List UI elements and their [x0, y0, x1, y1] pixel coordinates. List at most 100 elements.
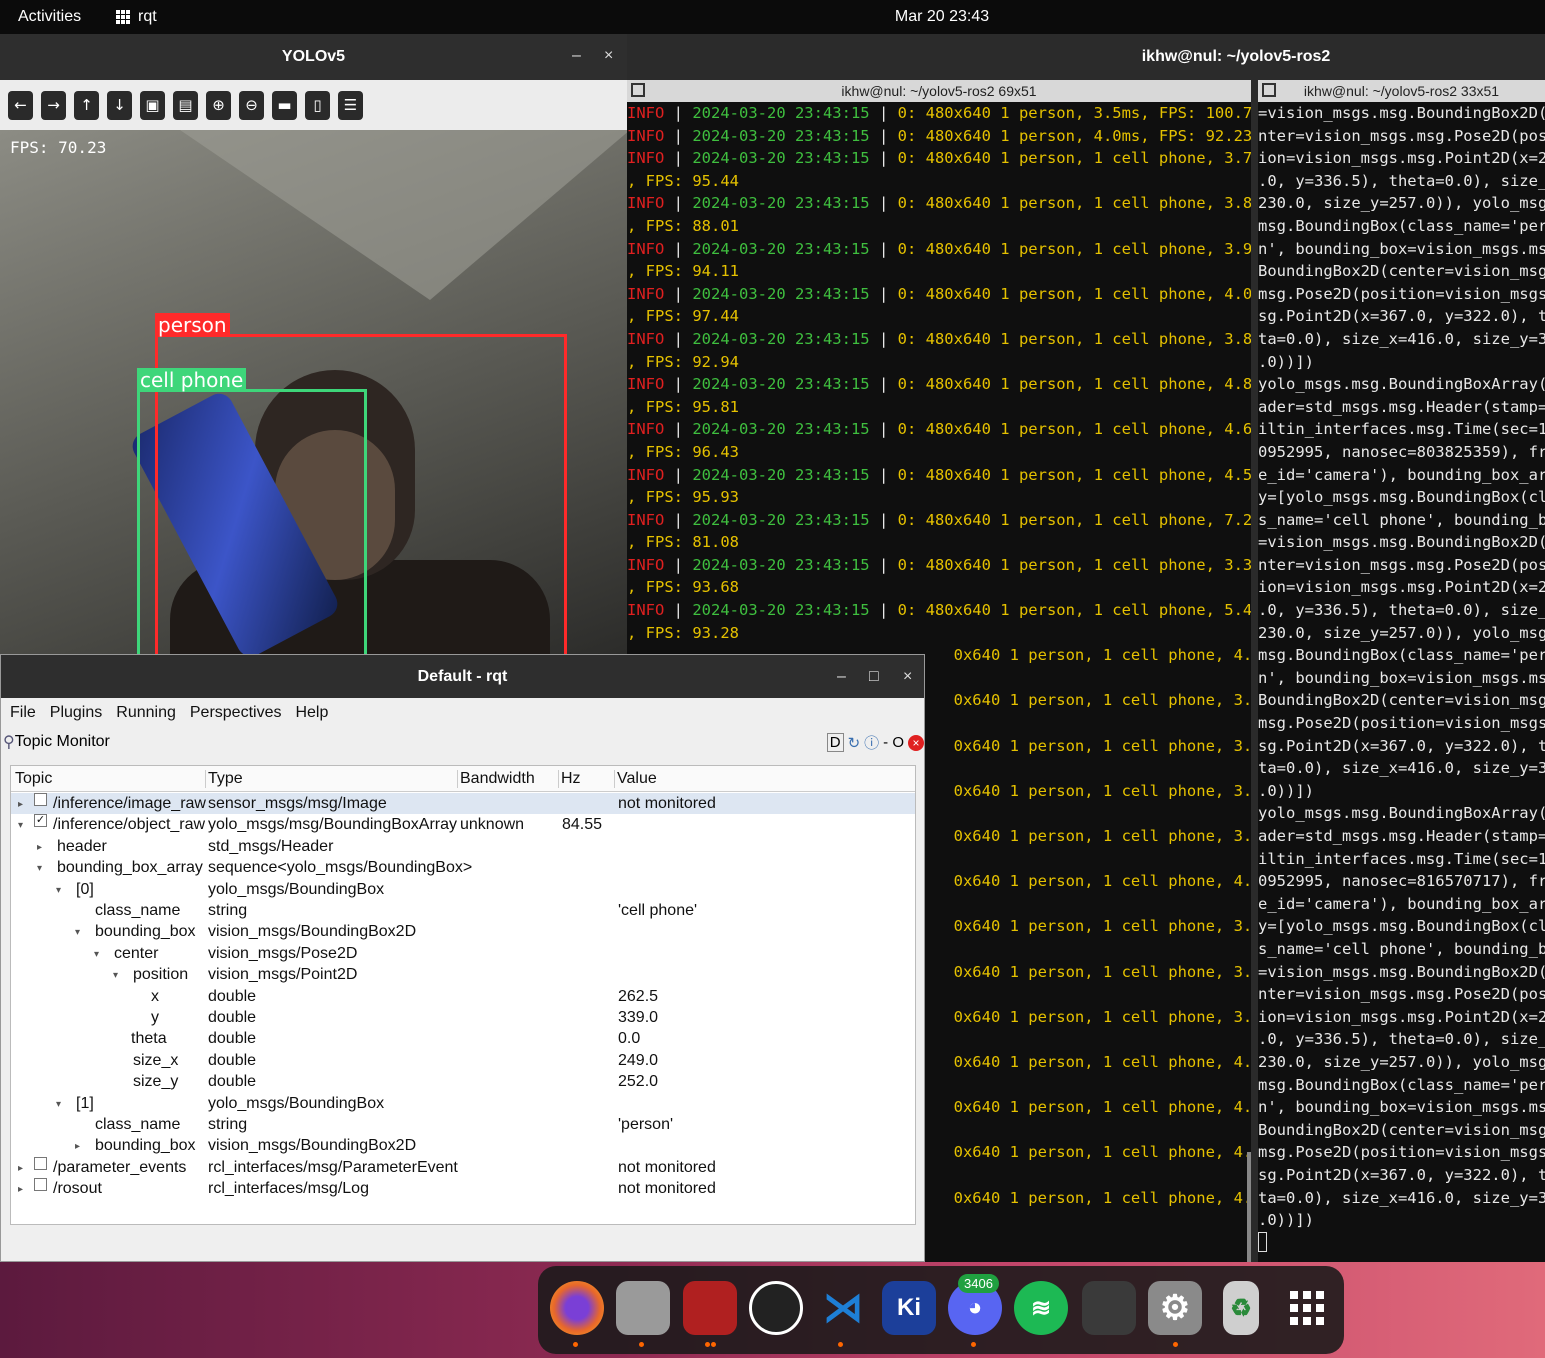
zoom-out-icon[interactable]: ⊖ [239, 90, 264, 120]
topic-tree[interactable]: Topic Type Bandwidth Hz Value ▸ /inferenc… [10, 765, 916, 1225]
topic-cell: bounding_box_array [57, 859, 203, 877]
tree-row[interactable]: ▸ header std_msgs/Header [11, 836, 915, 857]
column-hz[interactable]: Hz [558, 770, 581, 788]
column-bandwidth[interactable]: Bandwidth [457, 770, 535, 788]
close-button[interactable]: × [903, 668, 912, 686]
value-cell: 'cell phone' [618, 902, 698, 919]
split-pane-icon[interactable] [1262, 83, 1276, 97]
terminal-titlebar[interactable]: ikhw@nul: ~/yolov5-ros2 [627, 34, 1545, 80]
dock-button[interactable]: D [826, 733, 844, 752]
collapse-arrow-icon[interactable]: ▾ [75, 922, 80, 943]
column-value[interactable]: Value [614, 770, 657, 788]
right-terminal-pane[interactable]: =vision_msgs.msg.BoundingBox2D(ce nter=vi… [1258, 102, 1545, 1262]
plugin-controls: D ↻ ⓘ - O × [826, 732, 924, 753]
clock[interactable]: Mar 20 23:43 [0, 8, 1545, 26]
spotify-icon[interactable]: ≋ [1014, 1281, 1068, 1335]
clipboard-icon[interactable]: ▯ [305, 90, 330, 120]
yolo-titlebar[interactable]: YOLOv5 – × [0, 34, 627, 80]
column-type[interactable]: Type [205, 770, 243, 788]
monitor-checkbox[interactable]: ✓ [34, 814, 47, 828]
close-button[interactable]: × [604, 47, 613, 65]
tree-row[interactable]: size_y double 252.0 [11, 1071, 915, 1092]
pane-divider[interactable] [1251, 80, 1258, 1262]
rqt-titlebar[interactable]: Default - rqt – □ × [1, 655, 924, 698]
terminal-line: =vision_msgs.msg.BoundingBox2D(ce [1258, 533, 1545, 552]
menu-file[interactable]: File [10, 704, 36, 722]
monitor-checkbox[interactable] [34, 1156, 47, 1170]
image-alt-icon[interactable]: ▤ [173, 90, 198, 120]
column-topic[interactable]: Topic [13, 770, 52, 788]
terminal-line: iltin_interfaces.msg.Time(sec=171 [1258, 420, 1545, 439]
topic-cell: /rosout [53, 1180, 102, 1198]
minimize-button[interactable]: – [837, 668, 846, 686]
tree-row[interactable]: ▾ [1] yolo_msgs/BoundingBox [11, 1093, 915, 1114]
collapse-arrow-icon[interactable]: ▾ [37, 858, 42, 879]
tree-row[interactable]: class_name string 'person' [11, 1114, 915, 1135]
image-icon[interactable]: ▣ [140, 90, 165, 120]
app-grid-icon[interactable] [1280, 1281, 1334, 1335]
save-icon[interactable]: ▬ [272, 90, 297, 120]
left-pane-scrollbar[interactable] [1247, 1152, 1251, 1262]
monitor-checkbox[interactable] [34, 1178, 47, 1192]
tree-row[interactable]: ▸ bounding_box vision_msgs/BoundingBox2D [11, 1135, 915, 1156]
terminal-line: INFO | 2024-03-20 23:43:15 | 0: 480x640 … [627, 239, 1251, 258]
expand-arrow-icon[interactable]: ▸ [37, 837, 42, 858]
vscode-icon[interactable]: ⋊ [816, 1281, 870, 1335]
collapse-arrow-icon[interactable]: ▾ [56, 1094, 61, 1115]
value-cell: not monitored [618, 1158, 716, 1176]
tree-row[interactable]: ▾ [0] yolo_msgs/BoundingBox [11, 879, 915, 900]
collapse-arrow-icon[interactable]: ▾ [113, 965, 118, 986]
expand-arrow-icon[interactable]: ▸ [75, 1136, 80, 1157]
tree-row[interactable]: ▾ bounding_box_array sequence<yolo_msgs/Bo… [11, 857, 915, 878]
arrow-left-icon[interactable]: ← [8, 90, 33, 120]
tree-row[interactable]: ▸ /parameter_events rcl_interfaces/msg/Par… [11, 1156, 915, 1179]
trash-icon[interactable]: ♻ [1223, 1281, 1259, 1335]
help-icon[interactable]: ⓘ [864, 732, 879, 753]
expand-arrow-icon[interactable]: ▸ [18, 794, 23, 815]
arrow-down-icon[interactable]: ↓ [107, 90, 132, 120]
bandwidth-cell: unknown [460, 816, 525, 834]
minimize-plugin-button[interactable]: - O [883, 734, 904, 751]
tree-row[interactable]: ▾ position vision_msgs/Point2D [11, 964, 915, 985]
tree-row[interactable]: ▸ /rosout rcl_interfaces/msg/Log not monito… [11, 1178, 915, 1199]
expand-arrow-icon[interactable]: ▸ [18, 1179, 23, 1200]
maximize-button[interactable]: □ [869, 668, 879, 686]
reload-icon[interactable]: ↻ [848, 734, 861, 752]
tree-row[interactable]: ▸ /inference/image_raw sensor_msgs/msg/Ima… [11, 793, 915, 815]
properties-icon[interactable]: ☰ [338, 90, 363, 120]
minimize-button[interactable]: – [572, 47, 581, 65]
right-pane-header[interactable]: ikhw@nul: ~/yolov5-ros2 33x51 [1258, 80, 1545, 102]
tree-row[interactable]: ▾ bounding_box vision_msgs/BoundingBox2D [11, 921, 915, 942]
terminal-line: , FPS: 88.01 [627, 216, 739, 235]
terminal-line: 230.0, size_y=257.0)), yolo_msgs. [1258, 194, 1545, 213]
files-icon[interactable] [616, 1281, 670, 1335]
arrow-up-icon[interactable]: ↑ [74, 90, 99, 120]
arrow-right-icon[interactable]: → [41, 90, 66, 120]
tree-row[interactable]: ▾ center vision_msgs/Pose2D [11, 943, 915, 964]
menu-help[interactable]: Help [295, 704, 328, 722]
tree-row[interactable]: theta double 0.0 [11, 1028, 915, 1049]
tree-row[interactable]: ▾ ✓ /inference/object_raw yolo_msgs/msg/Bou… [11, 814, 915, 835]
left-pane-header[interactable]: ikhw@nul: ~/yolov5-ros2 69x51 [627, 80, 1251, 102]
collapse-arrow-icon[interactable]: ▾ [94, 944, 99, 965]
collapse-arrow-icon[interactable]: ▾ [18, 815, 23, 836]
terminal-app-icon[interactable] [683, 1281, 737, 1335]
tree-row[interactable]: class_name string 'cell phone' [11, 900, 915, 921]
menu-plugins[interactable]: Plugins [50, 704, 102, 722]
obs-icon[interactable] [749, 1281, 803, 1335]
tree-row[interactable]: y double 339.0 [11, 1007, 915, 1028]
firefox-icon[interactable] [550, 1281, 604, 1335]
tree-row[interactable]: x double 262.5 [11, 986, 915, 1007]
split-pane-icon[interactable] [631, 83, 645, 97]
monitor-checkbox[interactable] [34, 793, 47, 806]
rqt-icon[interactable] [1082, 1281, 1136, 1335]
tree-row[interactable]: size_x double 249.0 [11, 1050, 915, 1071]
close-plugin-icon[interactable]: × [908, 734, 924, 751]
menu-perspectives[interactable]: Perspectives [190, 704, 282, 722]
zoom-in-icon[interactable]: ⊕ [206, 90, 231, 120]
kicad-icon[interactable]: Ki [882, 1281, 936, 1335]
menu-running[interactable]: Running [116, 704, 176, 722]
expand-arrow-icon[interactable]: ▸ [18, 1158, 23, 1179]
collapse-arrow-icon[interactable]: ▾ [56, 880, 61, 901]
settings-icon[interactable]: ⚙ [1148, 1281, 1202, 1335]
